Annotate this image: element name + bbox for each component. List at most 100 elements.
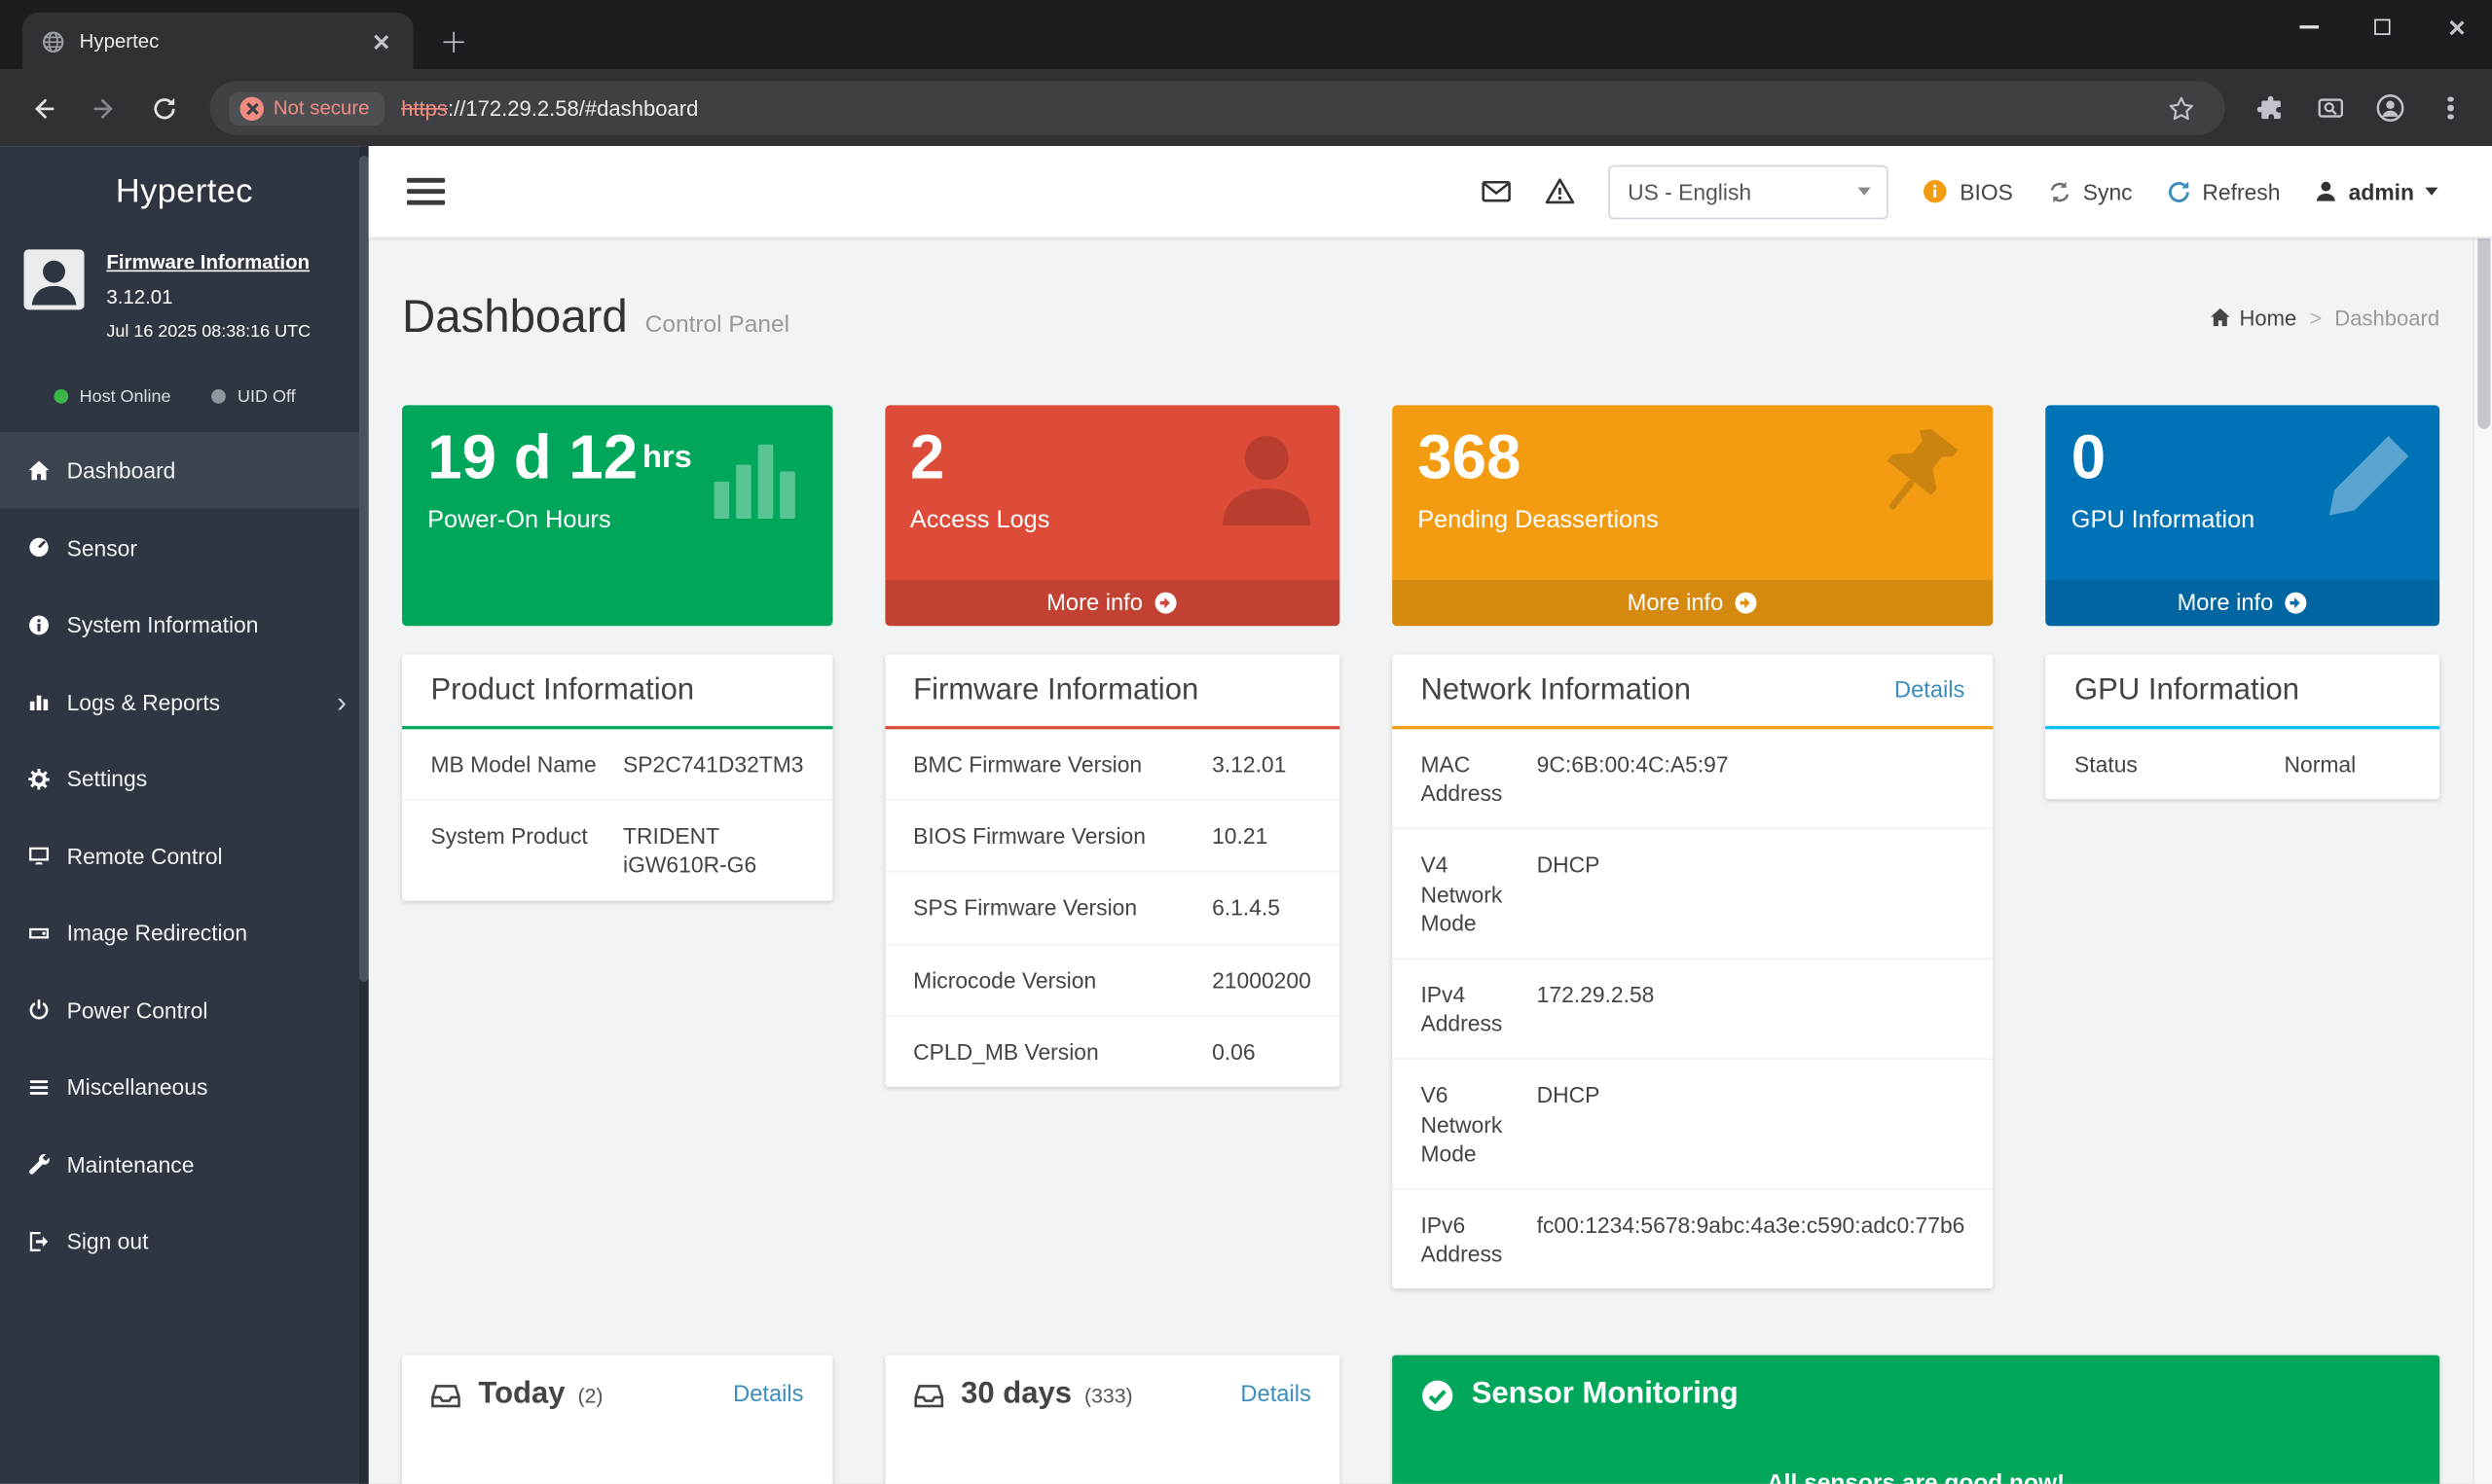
row-value: 3.12.01	[1212, 750, 1311, 779]
security-chip[interactable]: Not secure	[229, 91, 385, 125]
bookmark-star-icon[interactable]	[2155, 83, 2206, 133]
row-value: 9C:6B:00:4C:A5:97	[1537, 750, 1965, 808]
wrench-icon	[25, 1151, 51, 1176]
row-label: BIOS Firmware Version	[913, 821, 1212, 851]
window-maximize-button[interactable]	[2346, 0, 2419, 54]
sidebar-scrollbar[interactable]	[359, 146, 369, 1484]
sidebar-item-remote-control[interactable]: Remote Control	[0, 817, 369, 894]
row-value: 172.29.2.58	[1537, 980, 1965, 1037]
new-tab-button[interactable]	[435, 23, 470, 58]
sidebar-item-sensor[interactable]: Sensor	[0, 509, 369, 586]
sidebar-item-maintenance[interactable]: Maintenance	[0, 1125, 369, 1202]
firmware-version: 3.12.01	[106, 283, 311, 314]
table-row: MAC Address 9C:6B:00:4C:A5:97	[1392, 729, 1994, 828]
extensions-icon[interactable]	[2244, 83, 2294, 133]
not-secure-icon	[240, 96, 264, 120]
row-label: Status	[2074, 750, 2285, 779]
uid-off-dot-icon	[212, 389, 227, 404]
arrow-circle-right-icon	[1735, 591, 1758, 614]
row-label: CPLD_MB Version	[913, 1037, 1212, 1067]
tab-search-icon[interactable]	[2304, 83, 2355, 133]
user-menu[interactable]: admin	[2314, 179, 2438, 204]
window-minimize-button[interactable]	[2273, 0, 2346, 54]
today-count: (2)	[578, 1383, 604, 1406]
language-select[interactable]: US - English	[1608, 164, 1887, 219]
today-details-link[interactable]: Details	[733, 1382, 803, 1407]
sidebar-item-power-control[interactable]: Power Control	[0, 971, 369, 1048]
network-details-link[interactable]: Details	[1894, 678, 1964, 704]
alerts-button[interactable]	[1545, 176, 1575, 206]
sensor-status-message: All sensors are good now!	[1392, 1469, 2439, 1484]
sidebar-item-settings[interactable]: Settings	[0, 740, 369, 816]
sidebar-item-label: Miscellaneous	[67, 1074, 208, 1100]
username: admin	[2349, 179, 2414, 204]
hamburger-menu-icon[interactable]	[407, 178, 445, 204]
address-bar[interactable]: Not secure https://172.29.2.58/#dashboar…	[210, 81, 2225, 135]
person-icon	[1213, 424, 1321, 532]
main-area: US - English BIOS Sync Refresh	[369, 146, 2492, 1484]
sidebar-item-system-information[interactable]: System Information	[0, 586, 369, 663]
site-favicon-icon	[41, 29, 64, 53]
sidebar-item-label: Dashboard	[67, 457, 176, 483]
breadcrumb-current: Dashboard	[2334, 306, 2439, 329]
breadcrumb: Home > Dashboard	[2209, 306, 2439, 329]
row-value: 6.1.4.5	[1212, 893, 1311, 923]
table-row: V6 Network Mode DHCP	[1392, 1059, 1994, 1188]
page-title: Dashboard	[402, 292, 628, 344]
window-close-button[interactable]	[2419, 0, 2492, 54]
brand-logo: Hypertec	[0, 146, 369, 213]
forward-button[interactable]	[76, 81, 130, 135]
reload-button[interactable]	[136, 81, 191, 135]
gpu-information-card[interactable]: 0 GPU Information More info	[2046, 405, 2439, 626]
firmware-information-link[interactable]: Firmware Information	[106, 248, 311, 279]
list-icon	[25, 1074, 51, 1100]
more-info-link[interactable]: More info	[1392, 580, 1994, 626]
home-icon	[25, 457, 51, 483]
firmware-date: Jul 16 2025 08:38:16 UTC	[106, 319, 311, 346]
sidebar-item-label: Logs & Reports	[67, 689, 221, 714]
browser-toolbar: Not secure https://172.29.2.58/#dashboar…	[0, 70, 2492, 146]
sidebar-item-label: System Information	[67, 612, 259, 637]
browser-menu-icon[interactable]	[2425, 83, 2475, 133]
url-text[interactable]: https://172.29.2.58/#dashboard	[401, 96, 2155, 120]
tab-strip: Hypertec	[0, 0, 2492, 70]
bios-button[interactable]: BIOS	[1922, 178, 2013, 205]
url-rest: ://172.29.2.58/#dashboard	[448, 96, 698, 120]
status-row: Host Online UID Off	[55, 387, 369, 407]
sidebar-item-label: Remote Control	[67, 843, 223, 868]
more-info-link[interactable]: More info	[885, 580, 1339, 626]
refresh-button[interactable]: Refresh	[2166, 179, 2281, 204]
sidebar-item-label: Sign out	[67, 1228, 149, 1253]
more-info-link[interactable]: More info	[2046, 580, 2439, 626]
sidebar-item-sign-out[interactable]: Sign out	[0, 1203, 369, 1280]
sync-button[interactable]: Sync	[2046, 179, 2132, 204]
breadcrumb-home-link[interactable]: Home	[2209, 306, 2296, 329]
sidebar-item-image-redirection[interactable]: Image Redirection	[0, 894, 369, 971]
tab-close-icon[interactable]	[362, 23, 397, 58]
today-title: Today	[478, 1378, 565, 1413]
sidebar-item-logs-reports[interactable]: Logs & Reports	[0, 663, 369, 740]
sidebar-item-dashboard[interactable]: Dashboard	[0, 432, 369, 509]
host-status-label: Host Online	[80, 387, 171, 407]
uid-status-label: UID Off	[238, 387, 296, 407]
thirty-days-details-link[interactable]: Details	[1240, 1382, 1310, 1407]
chevron-right-icon	[337, 687, 347, 715]
table-row: System Product TRIDENT iGW610R-G6	[402, 800, 832, 900]
sidebar-scrollbar-thumb[interactable]	[359, 156, 369, 982]
sidebar-menu: Dashboard Sensor System Information Logs…	[0, 432, 369, 1280]
pending-deassertions-card[interactable]: 368 Pending Deassertions More info	[1392, 405, 1994, 626]
check-circle-icon	[1420, 1378, 1453, 1411]
page-scrollbar[interactable]	[2473, 146, 2492, 1484]
messages-button[interactable]	[1482, 176, 1512, 206]
profile-avatar-icon[interactable]	[2364, 83, 2415, 133]
table-row: SPS Firmware Version 6.1.4.5	[885, 871, 1339, 943]
row-label: IPv6 Address	[1420, 1211, 1536, 1268]
back-button[interactable]	[16, 81, 70, 135]
tab-title: Hypertec	[80, 30, 363, 53]
access-logs-card[interactable]: 2 Access Logs More info	[885, 405, 1339, 626]
row-label: MB Model Name	[430, 750, 623, 779]
browser-tab[interactable]: Hypertec	[22, 13, 414, 70]
page-content: Dashboard Control Panel Home > Dashboard	[369, 238, 2492, 1484]
sidebar-item-miscellaneous[interactable]: Miscellaneous	[0, 1048, 369, 1125]
gpu-information-panel: GPU Information Status Normal	[2046, 655, 2439, 800]
